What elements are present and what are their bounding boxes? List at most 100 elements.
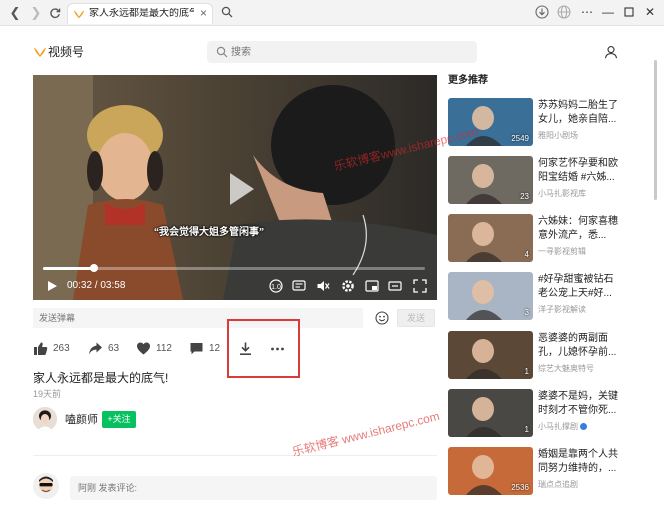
recommendation-title[interactable]: 六姊妹：何家喜穗意外流产，悉... — [538, 215, 620, 243]
comment-bubble-icon — [190, 343, 203, 355]
tab-close-button[interactable]: × — [200, 7, 207, 19]
like-action[interactable]: 263 — [33, 341, 83, 357]
close-window-button[interactable]: ✕ — [643, 4, 657, 20]
recommendation-title[interactable]: 婚姻是靠两个人共同努力维持的，... — [538, 448, 620, 476]
play-overlay-icon[interactable] — [220, 169, 260, 209]
follow-button[interactable]: +关注 — [102, 411, 136, 428]
recommendation-author-name: 瑞点点追剧 — [538, 480, 578, 489]
fullscreen-icon[interactable] — [413, 279, 427, 293]
tab-title: 家人永远都是最大的底气! — [89, 8, 194, 19]
video-title: 家人永远都是最大的底气! — [33, 371, 169, 385]
recommendation-author: 瑞点点追剧 — [538, 480, 620, 490]
mute-icon[interactable] — [316, 279, 330, 293]
like-count: 263 — [53, 343, 70, 354]
svg-text:1.0: 1.0 — [271, 284, 281, 291]
search-bar[interactable] — [207, 41, 477, 63]
recommendation-like-count: 1 — [524, 425, 529, 434]
highlight-box — [227, 319, 300, 378]
author-name[interactable]: 嗑颜师 — [65, 414, 98, 426]
recommendation-item[interactable]: 3 #好孕甜蜜被钻石老公宠上天#好... 洋子影视解读 — [448, 272, 618, 322]
speed-icon[interactable]: 1.0 — [269, 279, 283, 293]
watermark: 乐软博客 www.isharepc.com — [290, 408, 441, 460]
thumbnail-image — [448, 389, 533, 437]
search-icon — [216, 46, 228, 58]
settings-gear-icon[interactable] — [341, 279, 355, 293]
comment-count: 12 — [209, 343, 221, 354]
tab-search-icon[interactable] — [221, 6, 233, 18]
recommendation-item[interactable]: 23 何家艺怀孕要和欧阳宝结婚 #六姊... 小马扎影视库 — [448, 156, 618, 206]
danmu-input[interactable] — [33, 308, 363, 328]
video-player[interactable]: “我会觉得大姐多管闲事” 00:32 / 03:58 1.0 — [33, 75, 437, 300]
thumbnail-image — [448, 272, 533, 320]
recommendation-author-name: 洋子影视解读 — [538, 305, 586, 314]
recommendation-like-count: 2536 — [511, 483, 529, 492]
divider — [33, 455, 437, 456]
video-subtitle: “我会觉得大姐多管闲事” — [154, 227, 264, 238]
recommendation-like-count: 23 — [520, 192, 529, 201]
user-profile-icon[interactable] — [604, 45, 618, 59]
favorite-action[interactable]: 112 — [136, 341, 186, 357]
recommendation-title[interactable]: 婆婆不是妈，关键时刻才不管你死... — [538, 390, 620, 418]
recommendation-thumbnail[interactable]: 23 — [448, 156, 533, 204]
comment-action[interactable]: 12 — [189, 341, 229, 357]
recommendation-author: 综艺大魅奥特号 — [538, 364, 620, 374]
pip-icon[interactable] — [365, 279, 379, 293]
recommendation-item[interactable]: 4 六姊妹：何家喜穗意外流产，悉... 一寻影视剪辑 — [448, 214, 618, 264]
browser-titlebar: ❮ ❯ 家人永远都是最大的底气! × ⋯ — ✕ — [0, 0, 664, 26]
app-logo-text[interactable]: 视频号 — [48, 45, 84, 59]
channels-logo-icon — [73, 10, 85, 19]
recommendation-thumbnail[interactable]: 1 — [448, 331, 533, 379]
recommendation-title[interactable]: 苏苏妈妈二胎生了女儿，她亲自陪... — [538, 99, 620, 127]
recommendation-title[interactable]: #好孕甜蜜被钻石老公宠上天#好... — [538, 273, 620, 301]
recommendation-author-name: 雅阳小剧场 — [538, 131, 578, 140]
thumbnail-image — [448, 331, 533, 379]
progress-bar[interactable] — [43, 264, 425, 272]
back-icon[interactable]: ❮ — [7, 5, 23, 21]
forward-icon[interactable]: ❯ — [28, 5, 44, 21]
recommendation-author-name: 一寻影视剪辑 — [538, 247, 586, 256]
recommendation-item[interactable]: 1 婆婆不是妈，关键时刻才不管你死... 小马扎撑剧 — [448, 389, 618, 439]
recommendation-item[interactable]: 1 恶婆婆的两副面孔，儿媳怀孕前... 综艺大魅奥特号 — [448, 331, 618, 381]
recommendation-like-count: 2549 — [511, 134, 529, 143]
scrollbar[interactable] — [654, 60, 657, 200]
recommendation-like-count: 3 — [524, 308, 529, 317]
globe-icon[interactable] — [557, 5, 571, 19]
share-count: 63 — [108, 343, 120, 354]
thumbs-up-icon — [34, 342, 48, 355]
minimize-button[interactable]: — — [601, 4, 615, 20]
recommendation-thumbnail[interactable]: 1 — [448, 389, 533, 437]
recommendation-author-name: 小马扎影视库 — [538, 189, 586, 198]
recommendation-author: 一寻影视剪辑 — [538, 247, 620, 257]
time-display: 00:32 / 03:58 — [67, 280, 126, 291]
author-avatar[interactable] — [33, 407, 57, 431]
channels-logo-icon[interactable] — [33, 45, 47, 59]
widescreen-icon[interactable] — [388, 279, 402, 293]
maximize-button[interactable] — [622, 4, 636, 20]
video-date: 19天前 — [33, 389, 62, 399]
recommendation-title[interactable]: 恶婆婆的两副面孔，儿媳怀孕前... — [538, 332, 620, 360]
comment-input[interactable] — [70, 476, 437, 500]
recommendation-item[interactable]: 2536 婚姻是靠两个人共同努力维持的，... 瑞点点追剧 — [448, 447, 618, 497]
recommendation-like-count: 1 — [524, 367, 529, 376]
recommendation-author: 小马扎撑剧 — [538, 422, 620, 432]
heart-icon — [137, 342, 150, 355]
share-arrow-icon — [89, 342, 102, 355]
download-manager-icon[interactable] — [535, 5, 549, 19]
reload-icon[interactable] — [47, 5, 63, 21]
search-input[interactable] — [231, 44, 461, 60]
send-danmu-button[interactable]: 发送 — [397, 309, 435, 327]
emoji-icon[interactable] — [375, 311, 389, 325]
recommendation-author: 洋子影视解读 — [538, 305, 620, 315]
progress-fill — [43, 267, 95, 270]
menu-icon[interactable]: ⋯ — [580, 4, 594, 20]
recommendation-thumbnail[interactable]: 2536 — [448, 447, 533, 495]
danmu-toggle-icon[interactable] — [292, 279, 306, 293]
recommendation-author-name: 综艺大魅奥特号 — [538, 364, 594, 373]
play-icon[interactable] — [46, 279, 58, 293]
recommendation-thumbnail[interactable]: 4 — [448, 214, 533, 262]
browser-tab[interactable]: 家人永远都是最大的底气! × — [67, 3, 213, 24]
share-action[interactable]: 63 — [88, 341, 128, 357]
recommendation-thumbnail[interactable]: 3 — [448, 272, 533, 320]
recommendation-title[interactable]: 何家艺怀孕要和欧阳宝结婚 #六姊... — [538, 157, 620, 185]
current-user-avatar — [33, 473, 59, 499]
